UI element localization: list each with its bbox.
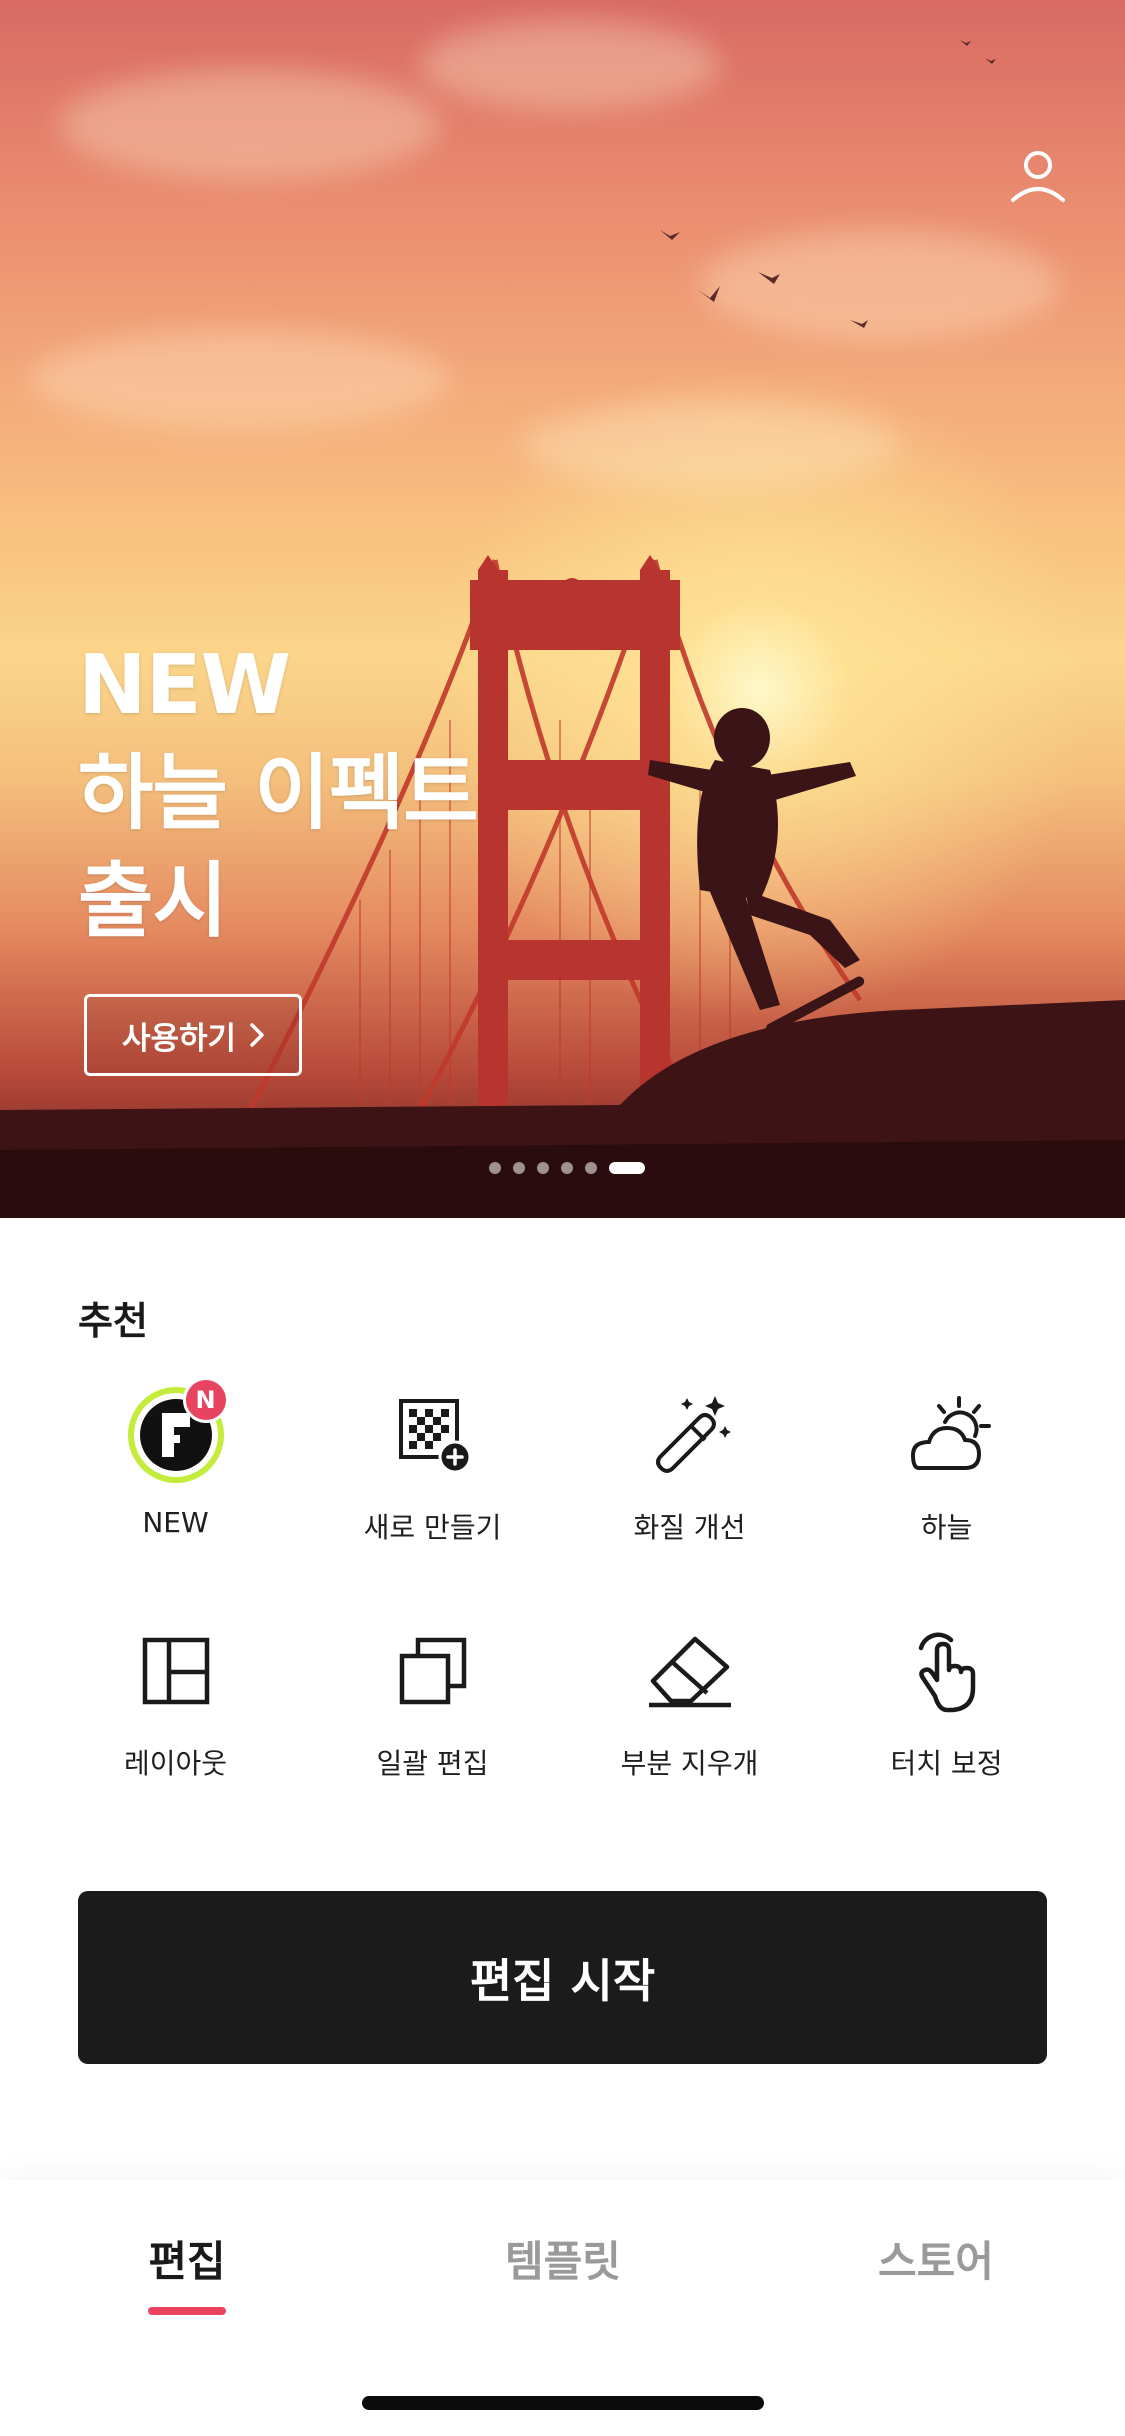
tab-label: 템플릿 (505, 2237, 621, 2286)
birds-icon (660, 40, 996, 328)
start-edit-button[interactable]: 편집 시작 (78, 1891, 1047, 2064)
tool-enhance[interactable]: 화질 개선 (561, 1380, 818, 1546)
carousel-dot[interactable] (488, 1162, 501, 1174)
profile-button[interactable] (1003, 140, 1073, 210)
new-feature-icon: N (121, 1377, 231, 1490)
tool-new[interactable]: N NEW (47, 1377, 304, 1546)
new-canvas-icon (378, 1380, 488, 1490)
tool-label: 일괄 편집 (376, 1747, 489, 1780)
hero-banner[interactable]: NEW 하늘 이펙트 출시 사용하기 (0, 0, 1125, 1218)
tool-touch[interactable]: 터치 보정 (818, 1616, 1075, 1782)
tool-label: 부분 지우개 (620, 1747, 759, 1780)
sky-weather-icon (892, 1380, 1002, 1490)
tool-label: NEW (142, 1506, 209, 1539)
tool-label: 새로 만들기 (363, 1511, 502, 1544)
hero-title-line: NEW (78, 638, 291, 733)
section-title-recommend: 추천 (78, 1299, 148, 1343)
batch-edit-icon (378, 1616, 488, 1726)
tool-label: 하늘 (920, 1511, 973, 1544)
tool-label: 터치 보정 (890, 1747, 1003, 1780)
carousel-dot-active[interactable] (608, 1162, 645, 1174)
carousel-dot[interactable] (560, 1162, 573, 1174)
carousel-dot[interactable] (536, 1162, 549, 1174)
tool-eraser[interactable]: 부분 지우개 (561, 1616, 818, 1782)
hero-cta-button[interactable]: 사용하기 (84, 994, 302, 1076)
layout-icon (121, 1616, 231, 1726)
carousel-dot[interactable] (584, 1162, 597, 1174)
tool-layout[interactable]: 레이아웃 (47, 1616, 304, 1782)
tab-active-indicator (148, 2307, 226, 2315)
carousel-indicator[interactable] (0, 1161, 1125, 1175)
tab-label: 편집 (148, 2237, 226, 2286)
tool-label: 레이아웃 (123, 1747, 228, 1780)
hero-title: NEW 하늘 이펙트 출시 (78, 632, 638, 956)
new-badge: N (182, 1377, 229, 1423)
tab-edit[interactable]: 편집 (148, 2228, 226, 2315)
start-edit-label: 편집 시작 (469, 1953, 656, 2008)
skater-silhouette (648, 708, 865, 1034)
hero-title-line: 출시 (78, 854, 228, 949)
tool-batch-edit[interactable]: 일괄 편집 (304, 1616, 561, 1782)
hero-title-line: 하늘 이펙트 (78, 746, 479, 841)
tab-label: 스토어 (878, 2237, 994, 2286)
recommend-grid: N NEW 새로 만들기 화질 개선 하늘 레이아웃 일괄 편집 부분 지우개 … (0, 1377, 1125, 1782)
tool-sky[interactable]: 하늘 (818, 1380, 1075, 1546)
tab-store[interactable]: 스토어 (878, 2228, 994, 2289)
chevron-right-icon (250, 1023, 264, 1047)
magic-wand-icon (635, 1380, 745, 1490)
hero-cta-label: 사용하기 (121, 1020, 237, 1057)
touch-icon (892, 1616, 1002, 1726)
user-profile-icon (1011, 151, 1065, 202)
carousel-dot[interactable] (512, 1162, 525, 1174)
home-indicator[interactable] (362, 2396, 764, 2410)
tool-new-canvas[interactable]: 새로 만들기 (304, 1380, 561, 1546)
eraser-icon (635, 1616, 745, 1726)
tool-label: 화질 개선 (633, 1511, 746, 1544)
tab-template[interactable]: 템플릿 (505, 2228, 621, 2289)
app-screen: NEW 하늘 이펙트 출시 사용하기 추천 N NEW 새로 만들기 화질 개선… (0, 0, 1125, 2436)
